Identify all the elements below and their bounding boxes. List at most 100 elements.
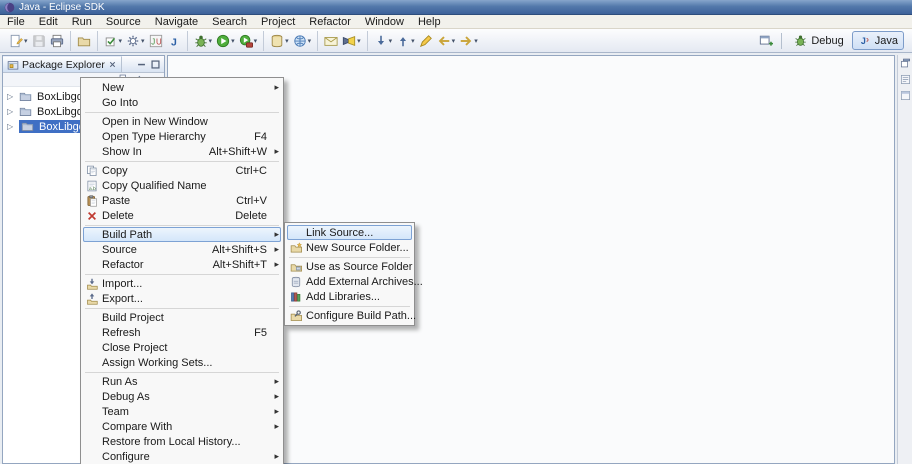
- menu-item-add-libraries[interactable]: Add Libraries...: [287, 289, 412, 304]
- menu-item-show-in[interactable]: Show In Alt+Shift+W ▸: [83, 144, 281, 159]
- menu-separator: [85, 160, 279, 162]
- dropdown-arrow-icon[interactable]: ▾: [411, 37, 415, 45]
- menu-edit[interactable]: Edit: [32, 15, 65, 28]
- dropdown-arrow-icon[interactable]: ▾: [209, 37, 213, 45]
- window-title: Java - Eclipse SDK: [19, 1, 105, 13]
- new-task-button[interactable]: [322, 32, 340, 50]
- new-web-button[interactable]: ▾: [291, 32, 314, 50]
- menu-item-link-source[interactable]: Link Source...: [287, 225, 412, 240]
- new-wizard-button[interactable]: ▾: [7, 32, 30, 50]
- menu-item-open-in-new-window[interactable]: Open in New Window: [83, 114, 281, 129]
- dropdown-arrow-icon[interactable]: ▾: [452, 37, 456, 45]
- restore-trim-icon[interactable]: [900, 58, 911, 69]
- new-jar-button[interactable]: ▾: [268, 32, 291, 50]
- package-explorer-tab[interactable]: Package Explorer: [3, 56, 122, 72]
- menu-item-refresh[interactable]: Refresh F5: [83, 325, 281, 340]
- java-application-button[interactable]: J: [165, 32, 183, 50]
- expander-icon[interactable]: ▷: [7, 107, 16, 116]
- menu-item-close-project[interactable]: Close Project: [83, 340, 281, 355]
- expander-icon[interactable]: ▷: [7, 122, 16, 131]
- menu-item-open-type-hierarchy[interactable]: Open Type Hierarchy F4: [83, 129, 281, 144]
- dropdown-arrow-icon[interactable]: ▾: [231, 37, 235, 45]
- menu-item-label: Link Source...: [306, 226, 374, 239]
- menu-item-configure[interactable]: Configure ▸: [83, 449, 281, 464]
- menu-item-label: Configure Build Path...: [306, 309, 417, 322]
- menu-item-restore-from-local-history[interactable]: Restore from Local History...: [83, 434, 281, 449]
- menu-item-paste[interactable]: Paste Ctrl+V: [83, 193, 281, 208]
- menu-file[interactable]: File: [0, 15, 32, 28]
- menu-item-use-as-source-folder[interactable]: Use as Source Folder: [287, 259, 412, 274]
- menu-item-go-into[interactable]: Go Into: [83, 95, 281, 110]
- toolbar-group: ▾: [317, 30, 367, 51]
- last-edit-location-button[interactable]: [417, 32, 435, 50]
- maximize-view-icon[interactable]: [150, 59, 161, 70]
- dropdown-arrow-icon[interactable]: ▾: [308, 37, 312, 45]
- menu-item-import[interactable]: Import...: [83, 276, 281, 291]
- menu-item-new-source-folder[interactable]: New Source Folder...: [287, 240, 412, 255]
- toolbar-group: ▾ ▾ J U J: [96, 30, 187, 51]
- menu-refactor[interactable]: Refactor: [302, 15, 358, 28]
- menu-source[interactable]: Source: [99, 15, 148, 28]
- menu-item-debug-as[interactable]: Debug As ▸: [83, 389, 281, 404]
- expander-icon[interactable]: ▷: [7, 92, 16, 101]
- dropdown-arrow-icon[interactable]: ▾: [119, 37, 123, 45]
- external-tools-button[interactable]: ▾: [237, 32, 260, 50]
- menu-item-assign-working-sets[interactable]: Assign Working Sets...: [83, 355, 281, 370]
- menu-window[interactable]: Window: [358, 15, 411, 28]
- menu-item-label: Team: [102, 405, 129, 418]
- menu-item-build-project[interactable]: Build Project: [83, 310, 281, 325]
- minimize-view-icon[interactable]: [136, 59, 147, 70]
- menu-item-copy[interactable]: Copy Ctrl+C: [83, 163, 281, 178]
- menu-item-new[interactable]: New ▸: [83, 80, 281, 95]
- menu-item-add-external-archives[interactable]: Add External Archives...: [287, 274, 423, 289]
- debug-checkbox-button[interactable]: ▾: [102, 32, 125, 50]
- external-archive-icon: [287, 276, 304, 288]
- debug-button[interactable]: ▾: [192, 32, 215, 50]
- toolbar: ▾ ▾ ▾ J U J ▾ ▾ ▾ ▾ ▾ ▾ ▾ ▾ ▾ ▾ Debug J Java: [0, 29, 912, 53]
- dropdown-arrow-icon[interactable]: ▾: [357, 37, 361, 45]
- perspective-debug-button[interactable]: Debug: [788, 31, 849, 50]
- menu-item-configure-build-path[interactable]: Configure Build Path...: [287, 308, 416, 323]
- junit-button[interactable]: JU: [147, 32, 165, 50]
- menu-item-export[interactable]: Export...: [83, 291, 281, 306]
- open-folder-button[interactable]: [75, 32, 93, 50]
- svg-text:J: J: [151, 37, 155, 46]
- minimized-view-icon[interactable]: [900, 90, 911, 101]
- print-button[interactable]: [48, 32, 66, 50]
- close-view-icon[interactable]: [108, 60, 117, 69]
- dropdown-arrow-icon[interactable]: ▾: [141, 37, 145, 45]
- perspective-java-button[interactable]: J Java: [851, 31, 904, 50]
- save-button[interactable]: [30, 32, 48, 50]
- run-button[interactable]: ▾: [214, 32, 237, 50]
- menu-help[interactable]: Help: [411, 15, 448, 28]
- menu-item-run-as[interactable]: Run As ▸: [83, 374, 281, 389]
- copy-icon: [83, 165, 100, 177]
- submenu-arrow-icon: ▸: [274, 244, 279, 254]
- search-button[interactable]: ▾: [340, 32, 363, 50]
- menu-navigate[interactable]: Navigate: [148, 15, 205, 28]
- dropdown-arrow-icon[interactable]: ▾: [254, 37, 258, 45]
- launch-config-button[interactable]: ▾: [124, 32, 147, 50]
- menu-item-delete[interactable]: Delete Delete: [83, 208, 281, 223]
- minimized-outline-view-icon[interactable]: [900, 74, 911, 85]
- menu-item-refactor[interactable]: Refactor Alt+Shift+T ▸: [83, 257, 281, 272]
- menu-project[interactable]: Project: [254, 15, 302, 28]
- dropdown-arrow-icon[interactable]: ▾: [474, 37, 478, 45]
- back-button[interactable]: ▾: [435, 32, 458, 50]
- dropdown-arrow-icon[interactable]: ▾: [24, 37, 28, 45]
- menu-item-build-path[interactable]: Build Path ▸: [83, 227, 281, 242]
- dropdown-arrow-icon[interactable]: ▾: [285, 37, 289, 45]
- menu-item-copy-qualified-name[interactable]: a.b Copy Qualified Name: [83, 178, 281, 193]
- menu-search[interactable]: Search: [205, 15, 254, 28]
- menu-item-team[interactable]: Team ▸: [83, 404, 281, 419]
- menu-run[interactable]: Run: [65, 15, 99, 28]
- next-annotation-button[interactable]: ▾: [372, 32, 395, 50]
- menu-item-label: Delete: [102, 209, 134, 222]
- menu-item-source[interactable]: Source Alt+Shift+S ▸: [83, 242, 281, 257]
- open-folder-icon: [77, 34, 91, 48]
- dropdown-arrow-icon[interactable]: ▾: [389, 37, 393, 45]
- open-perspective-button[interactable]: [757, 32, 775, 50]
- menu-item-compare-with[interactable]: Compare With ▸: [83, 419, 281, 434]
- previous-annotation-button[interactable]: ▾: [394, 32, 417, 50]
- forward-button[interactable]: ▾: [457, 32, 480, 50]
